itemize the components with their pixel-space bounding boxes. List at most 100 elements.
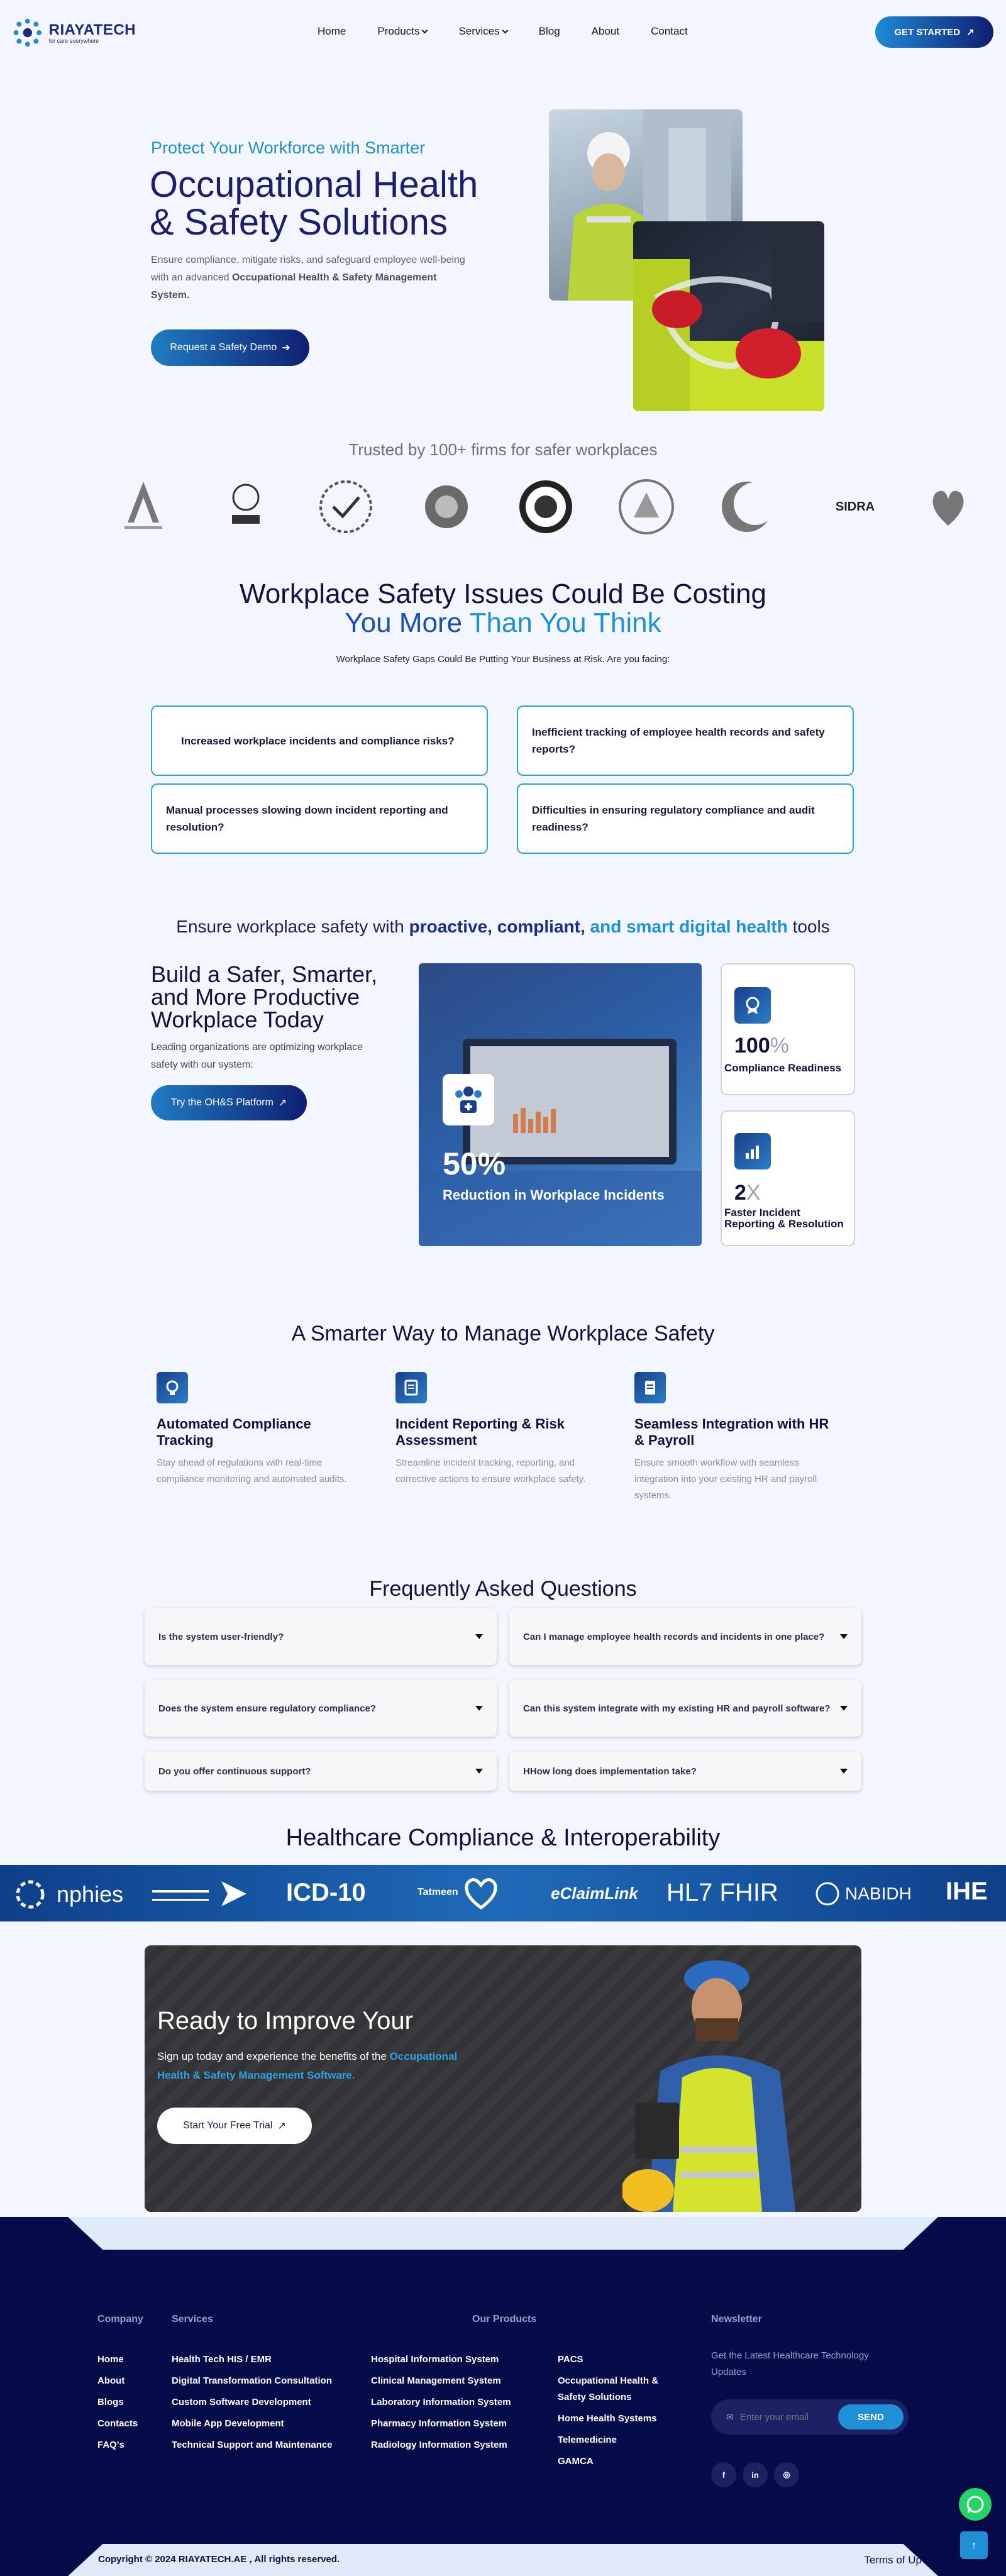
footer-newsletter-heading: Newsletter (711, 2314, 762, 2324)
footer-company-links: Home About Blogs Contacts FAQ's (97, 2349, 138, 2456)
logo[interactable]: RIAYATECH for care everywhere (10, 11, 136, 55)
nav-contact[interactable]: Contact (651, 25, 688, 38)
caret-down-icon (475, 1706, 483, 1711)
nav-blog[interactable]: Blog (539, 25, 560, 38)
nav-products-label: Products (377, 25, 420, 37)
feature-desc: Stay ahead of regulations with real-time… (157, 1457, 347, 1484)
medical-team-icon (443, 1074, 494, 1125)
client-logos: SIDRA (113, 477, 1006, 539)
issues-subtitle: Workplace Safety Gaps Could Be Putting Y… (336, 654, 670, 665)
faq-item[interactable]: Can this system integrate with my existi… (509, 1680, 861, 1737)
incident-reduction-card: 50% Reduction in Workplace Incidents (419, 963, 702, 1246)
heart-icon (465, 1878, 497, 1910)
footer-link[interactable]: Occupational Health & Safety Solutions (558, 2370, 683, 2408)
faq-item[interactable]: Is the system user-friendly? (145, 1608, 497, 1665)
faq-question: Does the system ensure regulatory compli… (158, 1703, 376, 1714)
eclaimlink-logo: eClaimLink (551, 1884, 638, 1903)
footer-link[interactable]: Technical Support and Maintenance (172, 2435, 333, 2456)
arrow-up-right-icon: ↗ (278, 1098, 287, 1108)
footer-link[interactable]: Mobile App Development (172, 2413, 333, 2435)
terms-link[interactable]: Terms of Up (864, 2554, 922, 2567)
footer-link[interactable]: Clinical Management System (371, 2370, 511, 2392)
safety-worker-illustration (622, 1960, 795, 2212)
nav-services[interactable]: Services (458, 25, 509, 38)
site-footer: Company Home About Blogs Contacts FAQ's … (0, 2217, 1006, 2576)
footer-link[interactable]: Digital Transformation Consultation (172, 2370, 333, 2392)
footer-link[interactable]: Pharmacy Information System (371, 2413, 511, 2435)
footer-link[interactable]: Contacts (97, 2413, 138, 2435)
ready-title: Ready to Improve Your (157, 2007, 413, 2035)
compliance-stat-num: 100 (734, 1034, 770, 1058)
footer-link[interactable]: Telemedicine (558, 2430, 683, 2451)
proactive-highlight-2: and smart digital health (590, 917, 788, 936)
nabidh-icon (815, 1882, 839, 1906)
faq-item[interactable]: Do you offer continuous support? (145, 1752, 497, 1791)
facebook-icon[interactable]: f (711, 2462, 736, 2487)
faq-question: Is the system user-friendly? (158, 1631, 284, 1642)
proactive-pre: Ensure workplace safety with (176, 917, 404, 936)
request-demo-button[interactable]: Request a Safety Demo ➔ (151, 329, 309, 366)
footer-link[interactable]: Custom Software Development (172, 2392, 333, 2413)
footer-products-links-b: PACS Occupational Health & Safety Soluti… (558, 2349, 683, 2472)
faq-item[interactable]: Does the system ensure regulatory compli… (145, 1680, 497, 1737)
client-logo-3 (316, 477, 376, 537)
copyright-text: Copyright © 2024 RIAYATECH.AE , All righ… (98, 2554, 340, 2565)
compliance-stat-label: Compliance Readiness (724, 1062, 842, 1074)
client-logo-9 (918, 477, 978, 537)
tatmeen-logo: Tatmeen (417, 1875, 500, 1910)
scroll-to-top-icon[interactable]: ↑ (960, 2531, 988, 2559)
get-started-label: GET STARTED (894, 26, 961, 38)
nav-home[interactable]: Home (318, 25, 346, 38)
footer-link[interactable]: PACS (558, 2349, 683, 2370)
instagram-icon[interactable]: ◎ (774, 2462, 799, 2487)
footer-link[interactable]: About (97, 2370, 138, 2392)
footer-link[interactable]: Home (97, 2349, 138, 2370)
footer-link[interactable]: Laboratory Information System (371, 2392, 511, 2413)
hero-image-goggles (633, 221, 824, 411)
get-started-button[interactable]: GET STARTED ↗ (875, 16, 993, 48)
footer-link[interactable]: FAQ's (97, 2435, 138, 2456)
footer-link[interactable]: Blogs (97, 2392, 138, 2413)
faq-item[interactable]: Can I manage employee health records and… (509, 1608, 861, 1665)
footer-link[interactable]: GAMCA (558, 2451, 683, 2472)
footer-link[interactable]: Health Tech HIS / EMR (172, 2349, 333, 2370)
faq-question: Do you offer continuous support? (158, 1766, 311, 1777)
nphies-icon (16, 1880, 45, 1909)
whatsapp-icon[interactable] (959, 2488, 992, 2521)
reporting-stat-suffix: X (746, 1181, 761, 1205)
feature-title: Incident Reporting & Risk Assessment (395, 1416, 565, 1448)
newsletter-email-input[interactable] (739, 2411, 841, 2423)
nav-products[interactable]: Products (377, 25, 428, 38)
arrow-right-icon: ➔ (282, 343, 290, 353)
hl7-fhir-logo: HL7 FHIR (666, 1879, 778, 1906)
hero-description: Ensure compliance, mitigate risks, and s… (151, 252, 478, 304)
newsletter-form: ✉ SEND (711, 2399, 909, 2435)
client-logo-sidra: SIDRA (817, 477, 893, 537)
footer-link[interactable]: Hospital Information System (371, 2349, 511, 2370)
faq-item[interactable]: HHow long does implementation take? (509, 1752, 861, 1791)
arrow-up-right-icon: ↗ (966, 27, 975, 38)
client-logo-crescent (717, 477, 777, 537)
feature-compliance: Automated Compliance Tracking Stay ahead… (157, 1372, 351, 1488)
issues-title-than-you-think: Than You Think (469, 607, 661, 638)
client-logo-1 (113, 477, 174, 537)
footer-link[interactable]: Home Health Systems (558, 2408, 683, 2430)
issue-card-1: Increased workplace incidents and compli… (151, 705, 488, 776)
try-platform-button[interactable]: Try the OH&S Platform ↗ (151, 1085, 307, 1120)
footer-link[interactable]: Radiology Information System (371, 2435, 511, 2456)
issues-title-you-more: You More (345, 607, 463, 638)
issues-title: Workplace Safety Issues Could Be Costing… (0, 580, 1006, 638)
free-trial-label: Start Your Free Trial (183, 2120, 273, 2131)
compliance-logos-band: nphies ICD-10 Tatmeen eClaimLink HL7 FHI… (0, 1865, 1006, 1921)
newsletter-send-button[interactable]: SEND (838, 2404, 904, 2430)
logo-tagline: for care everywhere (48, 38, 99, 44)
compliance-title: Healthcare Compliance & Interoperability (285, 1825, 721, 1851)
hero-kicker: Protect Your Workforce with Smarter (151, 138, 426, 157)
client-logo-4 (416, 477, 477, 537)
brain-icon (157, 1372, 188, 1403)
caret-down-icon (840, 1769, 848, 1774)
start-free-trial-button[interactable]: Start Your Free Trial ↗ (157, 2108, 312, 2144)
compliance-stat-suffix: % (770, 1034, 789, 1058)
linkedin-icon[interactable]: in (743, 2462, 768, 2487)
nav-about[interactable]: About (592, 25, 619, 38)
